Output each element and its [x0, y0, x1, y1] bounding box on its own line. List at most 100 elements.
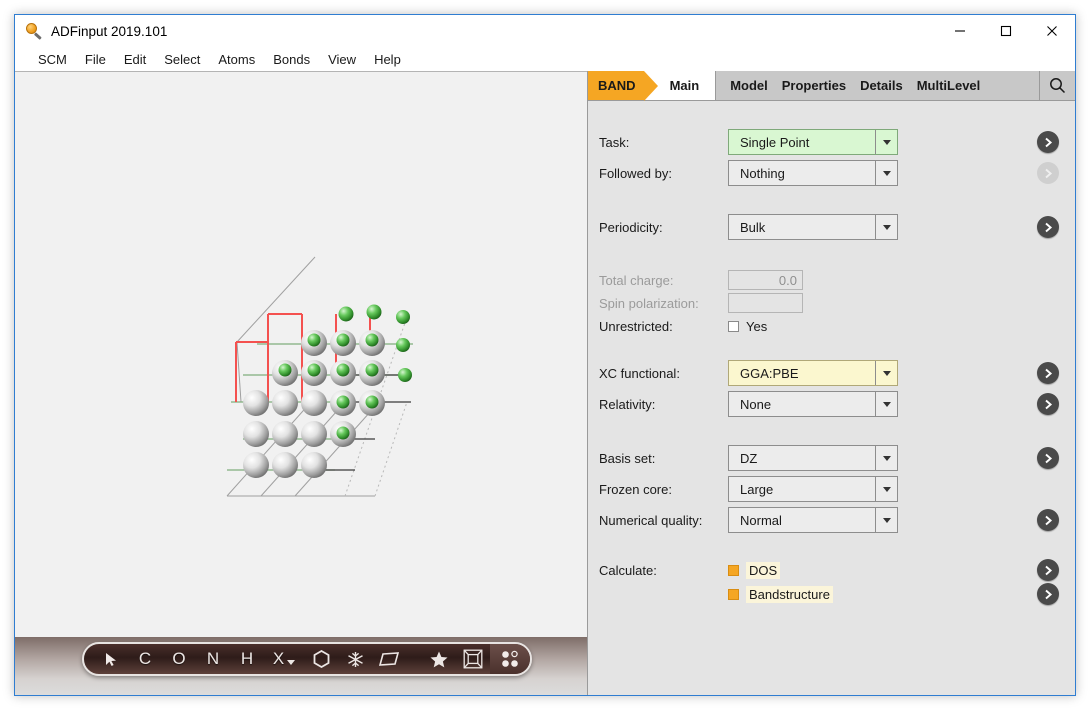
- program-badge-band[interactable]: BAND: [588, 71, 658, 101]
- followed-by-value: Nothing: [740, 165, 785, 181]
- task-dropdown-arrow-icon[interactable]: [875, 130, 897, 154]
- maximize-button[interactable]: [983, 15, 1029, 47]
- dos-details-button[interactable]: [1037, 559, 1059, 581]
- favorites-star-icon[interactable]: [422, 644, 456, 674]
- viewer-toolbar-strip: C O N H X: [15, 637, 587, 695]
- followed-by-details-button: [1037, 162, 1059, 184]
- field-task: Task: Single Point: [588, 129, 1075, 155]
- main-split: C O N H X BAND Main Model Properties Det…: [15, 71, 1075, 695]
- task-value: Single Point: [740, 134, 810, 150]
- relativity-value: None: [740, 396, 772, 412]
- menu-select[interactable]: Select: [155, 50, 209, 69]
- tab-properties[interactable]: Properties: [782, 78, 846, 93]
- bandstructure-checkbox[interactable]: [728, 588, 739, 600]
- magnifier-icon: [25, 22, 43, 40]
- task-dropdown[interactable]: Single Point: [728, 129, 898, 155]
- menu-file[interactable]: File: [76, 50, 115, 69]
- crystal-lattice-render: [226, 256, 413, 497]
- window-controls: [937, 15, 1075, 47]
- title-bar: ADFinput 2019.101: [15, 15, 1075, 47]
- close-button[interactable]: [1029, 15, 1075, 47]
- unrestricted-checkbox-group[interactable]: Yes: [728, 319, 767, 334]
- menu-atoms[interactable]: Atoms: [209, 50, 264, 69]
- calculate-label: Calculate:: [599, 562, 657, 578]
- frozen-core-value: Large: [740, 481, 774, 497]
- unrestricted-checkbox-label: Yes: [746, 318, 768, 334]
- basis-set-value: DZ: [740, 450, 758, 466]
- basis-set-dropdown-arrow-icon[interactable]: [875, 446, 897, 470]
- unrestricted-checkbox[interactable]: [728, 320, 739, 332]
- bandstructure-details-button[interactable]: [1037, 583, 1059, 605]
- spin-polarization-input[interactable]: [728, 293, 803, 313]
- frozen-core-dropdown[interactable]: Large: [728, 476, 898, 502]
- numerical-quality-value: Normal: [740, 512, 782, 528]
- followed-by-label: Followed by:: [599, 165, 672, 181]
- settings-form: Task: Single Point Followed by: Nothing: [588, 101, 1075, 695]
- dos-checkbox[interactable]: [728, 564, 739, 576]
- task-details-button[interactable]: [1037, 131, 1059, 153]
- tab-model[interactable]: Model: [730, 78, 768, 93]
- periodicity-dropdown-arrow-icon[interactable]: [875, 215, 897, 239]
- structure-edit-toolbar: C O N H X: [82, 642, 532, 676]
- menu-scm[interactable]: SCM: [29, 50, 76, 69]
- numerical-quality-dropdown[interactable]: Normal: [728, 507, 898, 533]
- settings-panel: BAND Main Model Properties Details Multi…: [587, 71, 1075, 695]
- unrestricted-label: Unrestricted:: [599, 318, 673, 334]
- application-window: ADFinput 2019.101 SCM File Edit Select A…: [14, 14, 1076, 696]
- menu-help[interactable]: Help: [365, 50, 410, 69]
- menu-edit[interactable]: Edit: [115, 50, 155, 69]
- numerical-quality-label: Numerical quality:: [599, 512, 703, 528]
- search-icon[interactable]: [1039, 71, 1075, 100]
- xc-functional-dropdown-arrow-icon[interactable]: [875, 361, 897, 385]
- menu-view[interactable]: View: [319, 50, 365, 69]
- tab-multilevel[interactable]: MultiLevel: [917, 78, 981, 93]
- xc-functional-value: GGA:PBE: [740, 365, 799, 381]
- relativity-dropdown-arrow-icon[interactable]: [875, 392, 897, 416]
- carbon-atom-icon[interactable]: C: [128, 644, 162, 674]
- periodicity-details-button[interactable]: [1037, 216, 1059, 238]
- followed-by-dropdown-arrow-icon[interactable]: [875, 161, 897, 185]
- field-unrestricted: Unrestricted: Yes: [588, 313, 1075, 339]
- calculate-dos-group[interactable]: DOS: [728, 561, 781, 579]
- tab-group: Model Properties Details MultiLevel: [715, 71, 1039, 100]
- relativity-label: Relativity:: [599, 396, 656, 412]
- lattice-grid-icon[interactable]: [490, 644, 530, 674]
- relativity-details-button[interactable]: [1037, 393, 1059, 415]
- minimize-button[interactable]: [937, 15, 983, 47]
- relativity-dropdown[interactable]: None: [728, 391, 898, 417]
- field-calculate-dos: Calculate: DOS: [588, 557, 1075, 583]
- structure-viewer-canvas[interactable]: [15, 72, 587, 637]
- nitrogen-atom-icon[interactable]: N: [196, 644, 230, 674]
- periodicity-dropdown[interactable]: Bulk: [728, 214, 898, 240]
- menu-bar: SCM File Edit Select Atoms Bonds View He…: [15, 47, 1075, 71]
- frozen-core-dropdown-arrow-icon[interactable]: [875, 477, 897, 501]
- xc-functional-details-button[interactable]: [1037, 362, 1059, 384]
- total-charge-label: Total charge:: [599, 272, 674, 288]
- window-title: ADFinput 2019.101: [51, 23, 168, 39]
- element-picker-icon[interactable]: X: [264, 644, 304, 674]
- basis-set-details-button[interactable]: [1037, 447, 1059, 469]
- dos-label: DOS: [746, 561, 781, 579]
- select-cursor-icon[interactable]: [94, 644, 128, 674]
- unit-cell-icon[interactable]: [456, 644, 490, 674]
- tab-details[interactable]: Details: [860, 78, 903, 93]
- field-frozen-core: Frozen core: Large: [588, 476, 1075, 502]
- plane-icon[interactable]: [372, 644, 406, 674]
- bandstructure-label: Bandstructure: [746, 585, 833, 603]
- xc-functional-dropdown[interactable]: GGA:PBE: [728, 360, 898, 386]
- followed-by-dropdown[interactable]: Nothing: [728, 160, 898, 186]
- oxygen-atom-icon[interactable]: O: [162, 644, 196, 674]
- numerical-quality-dropdown-arrow-icon[interactable]: [875, 508, 897, 532]
- task-label: Task:: [599, 134, 630, 150]
- basis-set-dropdown[interactable]: DZ: [728, 445, 898, 471]
- frozen-core-label: Frozen core:: [599, 481, 672, 497]
- ring-icon[interactable]: [304, 644, 338, 674]
- hydrogen-atom-icon[interactable]: H: [230, 644, 264, 674]
- menu-bonds[interactable]: Bonds: [264, 50, 319, 69]
- snowflake-icon[interactable]: [338, 644, 372, 674]
- calculate-bandstructure-group[interactable]: Bandstructure: [728, 585, 833, 603]
- total-charge-input[interactable]: 0.0: [728, 270, 803, 290]
- field-relativity: Relativity: None: [588, 391, 1075, 417]
- element-picker-label: X: [272, 649, 285, 668]
- numerical-quality-details-button[interactable]: [1037, 509, 1059, 531]
